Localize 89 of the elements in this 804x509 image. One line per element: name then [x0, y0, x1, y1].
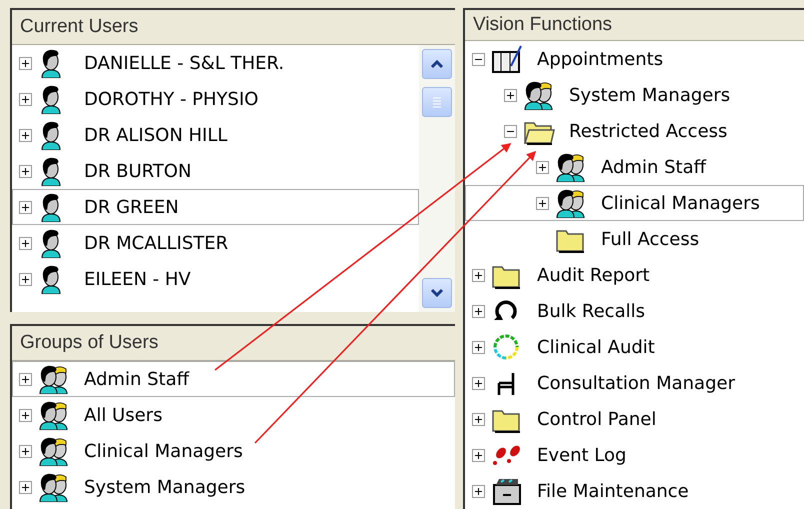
plus-icon [473, 306, 484, 316]
tree-item[interactable]: Full Access [465, 221, 804, 257]
tree-item[interactable]: Restricted Access [465, 113, 804, 149]
panel-header: Current Users [12, 10, 455, 45]
plus-icon [20, 202, 31, 212]
tree-item[interactable]: System Managers [12, 469, 455, 505]
tree-item[interactable]: DR GREEN [12, 189, 419, 225]
expand-button[interactable] [19, 444, 32, 458]
expand-button[interactable] [472, 376, 485, 390]
expand-button[interactable] [19, 236, 32, 250]
users-icon [38, 436, 70, 466]
scrollbar[interactable] [419, 45, 455, 312]
expand-button[interactable] [472, 484, 485, 498]
collapse-button[interactable] [504, 124, 517, 138]
plus-icon [473, 486, 484, 496]
plus-icon [20, 58, 31, 68]
plus-icon [473, 342, 484, 352]
expand-button[interactable] [19, 92, 32, 106]
users-icon [555, 152, 587, 182]
tree-item[interactable]: Clinical Managers [12, 433, 455, 469]
tree-item[interactable]: Clinical Managers [465, 185, 804, 221]
tree-item[interactable]: DR ALISON HILL [12, 117, 419, 153]
plus-icon [537, 198, 548, 208]
ring-icon [491, 333, 521, 361]
footprints-icon [491, 443, 523, 467]
tree-item[interactable]: DR MCALLISTER [12, 225, 419, 261]
plus-icon [473, 414, 484, 424]
tree-item[interactable]: File Maintenance [465, 473, 804, 509]
expand-button[interactable] [536, 160, 549, 174]
tree-item[interactable]: Event Log [465, 437, 804, 473]
expand-button[interactable] [19, 200, 32, 214]
panel-header: Groups of Users [12, 326, 455, 361]
users-icon [38, 364, 70, 394]
plus-icon [473, 378, 484, 388]
plus-icon [20, 482, 31, 492]
expand-button[interactable] [504, 88, 517, 102]
tree-item[interactable]: Bulk Recalls [465, 293, 804, 329]
tree-item[interactable]: All Users [12, 397, 455, 433]
expand-button[interactable] [472, 304, 485, 318]
plus-icon [20, 94, 31, 104]
tree-item[interactable]: Consultation Manager [465, 365, 804, 401]
plus-icon [537, 162, 548, 172]
users-icon [38, 472, 70, 502]
plus-icon [20, 238, 31, 248]
tree-item[interactable]: Clinical Audit [465, 329, 804, 365]
expand-button[interactable] [19, 372, 32, 386]
plus-icon [473, 450, 484, 460]
expand-button[interactable] [19, 56, 32, 70]
tree-item[interactable]: DR BURTON [12, 153, 419, 189]
tree-item[interactable]: Admin Staff [465, 149, 804, 185]
scroll-up-button[interactable] [422, 49, 452, 79]
tree-item[interactable]: Admin Staff [12, 361, 455, 397]
plus-icon [20, 410, 31, 420]
tree-item[interactable]: EILEEN - HV [12, 261, 419, 297]
scrollbar-thumb[interactable] [422, 87, 452, 117]
tree-item[interactable]: Control Panel [465, 401, 804, 437]
users-icon [555, 188, 587, 218]
tree-item[interactable]: Appointments [465, 41, 804, 77]
plus-icon [473, 270, 484, 280]
expand-button[interactable] [472, 340, 485, 354]
grip-icon [431, 96, 443, 108]
expand-button[interactable] [19, 480, 32, 494]
expand-button[interactable] [472, 268, 485, 282]
tree-item[interactable]: DANIELLE - S&L THER. [12, 45, 419, 81]
expand-button[interactable] [472, 448, 485, 462]
plus-icon [20, 166, 31, 176]
expand-button[interactable] [19, 128, 32, 142]
tree-item[interactable]: Audit Report [465, 257, 804, 293]
expand-button[interactable] [536, 196, 549, 210]
file-drawer-icon [491, 476, 523, 506]
panel-header: Vision Functions [465, 10, 804, 41]
expand-button[interactable] [472, 412, 485, 426]
collapse-button[interactable] [472, 52, 485, 66]
plus-icon [20, 374, 31, 384]
expand-button[interactable] [19, 408, 32, 422]
plus-icon [20, 130, 31, 140]
expand-button[interactable] [19, 272, 32, 286]
caret-up-icon [430, 59, 444, 69]
expand-button[interactable] [19, 164, 32, 178]
tree-item[interactable]: System Managers [465, 77, 804, 113]
caret-down-icon [430, 288, 444, 298]
users-icon [523, 80, 555, 110]
tree-item[interactable]: DOROTHY - PHYSIO [12, 81, 419, 117]
plus-icon [20, 446, 31, 456]
plus-icon [20, 274, 31, 284]
scroll-down-button[interactable] [422, 278, 452, 308]
plus-icon [505, 90, 516, 100]
users-icon [38, 400, 70, 430]
calendar-icon [491, 44, 523, 74]
